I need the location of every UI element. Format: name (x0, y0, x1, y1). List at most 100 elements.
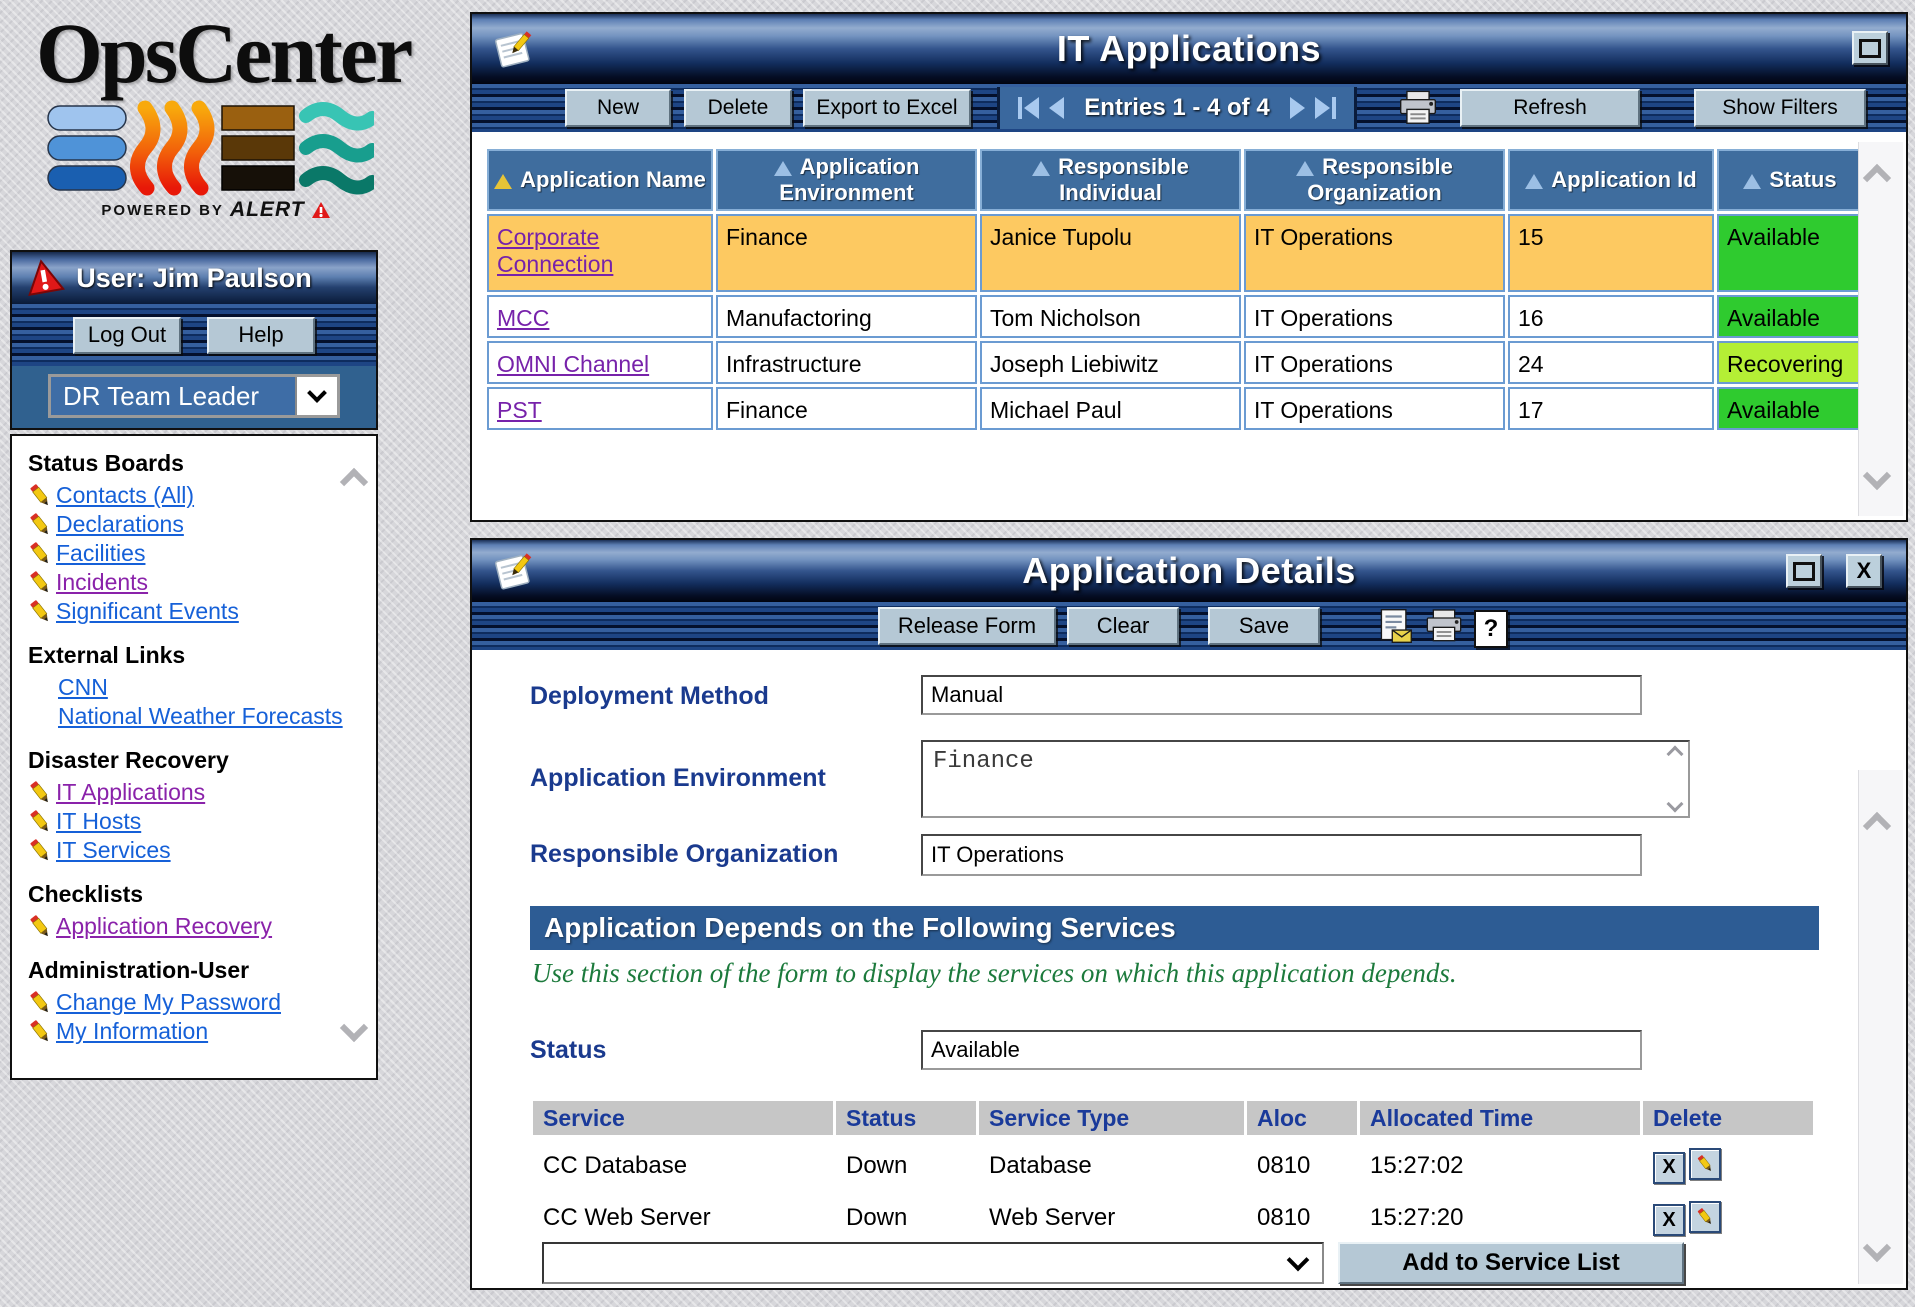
cell-service: CC Database (533, 1138, 833, 1188)
column-header[interactable]: Application Name (487, 149, 713, 211)
print-icon[interactable] (1424, 608, 1464, 649)
service-row: CC DatabaseDownDatabase081015:27:02X (533, 1138, 1813, 1188)
column-header[interactable]: Responsible Individual (980, 149, 1241, 211)
sidebar-item-incidents[interactable]: Incidents (56, 569, 148, 596)
delete-service-button[interactable]: X (1653, 1204, 1685, 1236)
table-row[interactable]: MCCManufactoringTom NicholsonIT Operatio… (487, 295, 1863, 338)
sort-icon[interactable] (1296, 161, 1314, 176)
cell-organization: IT Operations (1244, 387, 1505, 430)
scroll-down-icon[interactable] (1863, 462, 1891, 490)
sidebar-item-significant-events[interactable]: Significant Events (56, 598, 239, 625)
sort-icon[interactable] (1032, 161, 1050, 176)
sort-icon[interactable] (1525, 174, 1543, 189)
powered-by: POWERED BY ALERT (10, 198, 422, 222)
application-environment-field[interactable]: Finance (923, 742, 1688, 816)
sidebar-item-it-services[interactable]: IT Services (56, 837, 171, 864)
vertical-scrollbar[interactable] (1858, 142, 1903, 516)
logo-art-icon (44, 100, 374, 196)
pencil-icon (28, 571, 52, 595)
deployment-method-field[interactable] (921, 675, 1642, 715)
responsible-organization-field[interactable] (921, 834, 1642, 876)
application-details-window: Application Details X Release Form Clear… (470, 538, 1908, 1290)
sidebar-item-cnn[interactable]: CNN (58, 674, 108, 701)
scroll-up-icon[interactable] (1863, 812, 1891, 840)
scroll-up-icon[interactable] (1863, 164, 1891, 192)
first-page-icon[interactable] (1018, 97, 1039, 119)
refresh-button[interactable]: Refresh (1460, 89, 1640, 127)
application-details-toolbar: Release Form Clear Save ? (472, 602, 1906, 650)
application-link[interactable]: MCC (497, 305, 549, 331)
column-header[interactable]: Application Environment (716, 149, 977, 211)
scroll-down-icon[interactable] (1863, 1234, 1891, 1262)
delete-service-button[interactable]: X (1653, 1152, 1685, 1184)
sidebar-item-it-hosts[interactable]: IT Hosts (56, 808, 141, 835)
sidebar-item-application-recovery[interactable]: Application Recovery (56, 913, 272, 940)
sort-icon[interactable] (1743, 174, 1761, 189)
it-applications-toolbar: New Delete Export to Excel Entries 1 - 4… (472, 84, 1906, 132)
help-icon[interactable]: ? (1474, 610, 1508, 648)
list-item: Incidents (28, 568, 376, 597)
sidebar-nav: Status BoardsContacts (All)DeclarationsF… (10, 434, 378, 1080)
export-to-excel-button[interactable]: Export to Excel (803, 89, 971, 127)
edit-service-button[interactable] (1689, 1148, 1721, 1180)
sidebar-item-declarations[interactable]: Declarations (56, 511, 184, 538)
last-page-icon[interactable] (1315, 97, 1336, 119)
nav-section-title: Checklists (28, 881, 376, 908)
clear-button[interactable]: Clear (1067, 607, 1179, 645)
sort-icon[interactable] (494, 174, 512, 189)
scroll-down-icon[interactable] (1667, 796, 1684, 813)
help-button[interactable]: Help (207, 317, 315, 354)
close-button[interactable]: X (1846, 554, 1882, 588)
cell-environment: Manufactoring (716, 295, 977, 338)
column-header[interactable]: Application Id (1508, 149, 1714, 211)
release-form-button[interactable]: Release Form (878, 607, 1056, 645)
sidebar-item-it-applications[interactable]: IT Applications (56, 779, 205, 806)
application-link[interactable]: OMNI Channel (497, 351, 649, 377)
logout-button[interactable]: Log Out (73, 317, 181, 354)
show-filters-button[interactable]: Show Filters (1694, 89, 1866, 127)
pencil-icon (28, 991, 52, 1015)
maximize-button[interactable] (1852, 31, 1888, 65)
save-button[interactable]: Save (1208, 607, 1320, 645)
deployment-method-label: Deployment Method (530, 682, 769, 711)
role-select[interactable]: DR Team Leader (48, 374, 340, 418)
edit-service-button[interactable] (1689, 1201, 1721, 1233)
previous-page-icon[interactable] (1049, 97, 1064, 119)
scroll-up-icon[interactable] (1667, 746, 1684, 763)
column-header: Aloc (1247, 1101, 1357, 1135)
cell-aloc: 0810 (1247, 1191, 1357, 1241)
sidebar-item-contacts-all-[interactable]: Contacts (All) (56, 482, 194, 509)
textarea-scrollbar[interactable] (1666, 748, 1684, 810)
application-link[interactable]: Corporate Connection (497, 224, 613, 277)
vertical-scrollbar[interactable] (1858, 770, 1903, 1284)
sidebar-item-change-my-password[interactable]: Change My Password (56, 989, 281, 1016)
service-select[interactable] (542, 1242, 1324, 1284)
column-header: Status (836, 1101, 976, 1135)
maximize-button[interactable] (1786, 554, 1822, 588)
column-header[interactable]: Status (1717, 149, 1863, 211)
list-item: IT Hosts (28, 807, 376, 836)
pencil-icon (28, 542, 52, 566)
application-details-form: Deployment Method Application Environmen… (472, 654, 1906, 1288)
column-header[interactable]: Responsible Organization (1244, 149, 1505, 211)
table-row[interactable]: Corporate ConnectionFinanceJanice Tupolu… (487, 214, 1863, 292)
sidebar-item-facilities[interactable]: Facilities (56, 540, 145, 567)
pencil-icon (28, 810, 52, 834)
table-row[interactable]: OMNI ChannelInfrastructureJoseph Liebiwi… (487, 341, 1863, 384)
add-to-service-list-button[interactable]: Add to Service List (1338, 1242, 1684, 1284)
email-form-icon[interactable] (1376, 608, 1414, 649)
print-icon[interactable] (1397, 90, 1439, 131)
sidebar-item-national-weather-forecasts[interactable]: National Weather Forecasts (58, 703, 343, 730)
sidebar-item-my-information[interactable]: My Information (56, 1018, 208, 1045)
next-page-icon[interactable] (1290, 97, 1305, 119)
status-field[interactable] (921, 1030, 1642, 1070)
application-link[interactable]: PST (497, 397, 542, 423)
applications-table: Application NameApplication EnvironmentR… (484, 146, 1866, 433)
sort-icon[interactable] (774, 161, 792, 176)
chevron-down-icon[interactable] (295, 377, 337, 415)
table-row[interactable]: PSTFinanceMichael PaulIT Operations17Ava… (487, 387, 1863, 430)
new-button[interactable]: New (565, 89, 671, 127)
delete-button[interactable]: Delete (684, 89, 792, 127)
list-item: Change My Password (28, 988, 376, 1017)
pencil-icon (28, 781, 52, 805)
